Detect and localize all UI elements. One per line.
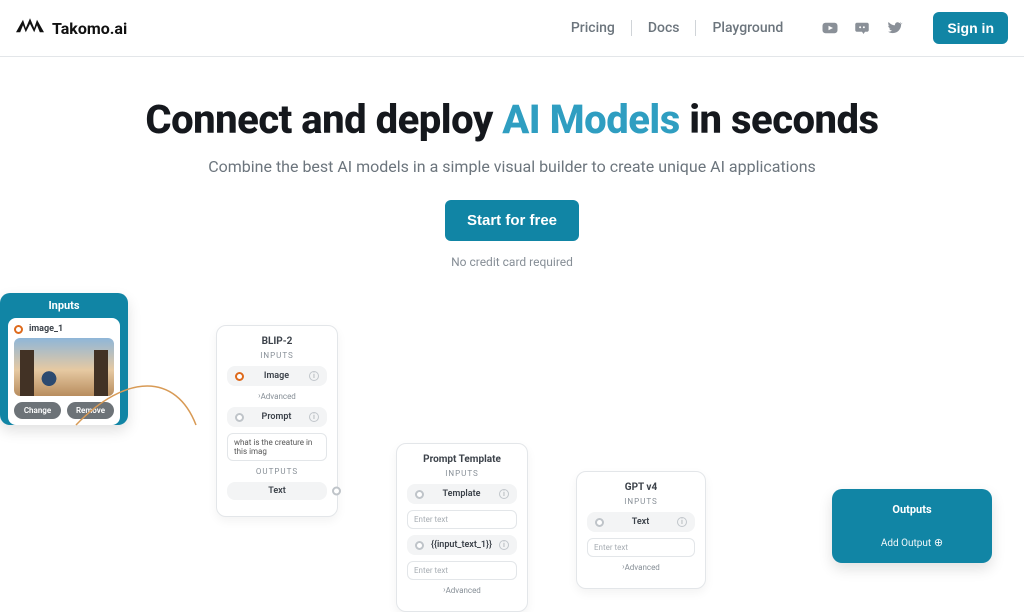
info-icon[interactable]: i bbox=[499, 540, 509, 550]
brand-logo-icon bbox=[16, 18, 44, 38]
hero: Connect and deploy AI Models in seconds … bbox=[0, 57, 1024, 269]
input-image-thumbnail[interactable] bbox=[14, 338, 114, 396]
topbar: Takomo.ai Pricing Docs Playground Sign i… bbox=[0, 0, 1024, 56]
nav-playground[interactable]: Playground bbox=[696, 20, 799, 36]
inputs-section-label: INPUTS bbox=[407, 469, 517, 478]
brand-name: Takomo.ai bbox=[52, 19, 127, 38]
input-image-label: image_1 bbox=[29, 324, 114, 334]
advanced-toggle[interactable]: Advanced bbox=[407, 586, 517, 595]
inputs-section-label: INPUTS bbox=[227, 351, 327, 360]
inputs-section-label: INPUTS bbox=[587, 497, 695, 506]
hero-headline-c: in seconds bbox=[680, 96, 879, 143]
node-outputs[interactable]: Outputs Add Output bbox=[832, 489, 992, 563]
signin-button[interactable]: Sign in bbox=[933, 12, 1008, 44]
port-icon[interactable] bbox=[415, 541, 424, 550]
remove-button[interactable]: Remove bbox=[67, 402, 114, 419]
field-text-label: Text bbox=[610, 517, 671, 527]
info-icon[interactable]: i bbox=[499, 489, 509, 499]
hero-headline: Connect and deploy AI Models in seconds bbox=[0, 97, 1024, 143]
nav-docs[interactable]: Docs bbox=[632, 20, 696, 36]
node-gpt-title: GPT v4 bbox=[587, 482, 695, 493]
flow-canvas: Inputs image_1 Change Remove BLIP-2 INPU… bbox=[0, 293, 1024, 583]
outputs-section-label: OUTPUTS bbox=[227, 467, 327, 476]
hero-headline-accent: AI Models bbox=[502, 96, 680, 143]
node-prompt-template-title: Prompt Template bbox=[407, 454, 517, 465]
node-gpt[interactable]: GPT v4 INPUTS Text i Enter text Advanced bbox=[576, 471, 706, 589]
social-icons bbox=[815, 19, 903, 37]
info-icon[interactable]: i bbox=[677, 517, 687, 527]
port-icon[interactable] bbox=[235, 372, 244, 381]
node-blip2[interactable]: BLIP-2 INPUTS Image i Advanced Prompt i … bbox=[216, 325, 338, 517]
node-blip2-title: BLIP-2 bbox=[227, 336, 327, 347]
youtube-icon[interactable] bbox=[821, 19, 839, 37]
brand[interactable]: Takomo.ai bbox=[16, 18, 127, 38]
twitter-icon[interactable] bbox=[885, 19, 903, 37]
hero-headline-a: Connect and deploy bbox=[145, 96, 502, 143]
info-icon[interactable]: i bbox=[309, 412, 319, 422]
text-input[interactable]: Enter text bbox=[587, 538, 695, 557]
node-inputs[interactable]: Inputs image_1 Change Remove bbox=[0, 293, 128, 425]
port-icon[interactable] bbox=[415, 490, 424, 499]
start-free-button[interactable]: Start for free bbox=[445, 200, 579, 241]
port-icon[interactable] bbox=[595, 518, 604, 527]
discord-icon[interactable] bbox=[853, 19, 871, 37]
field-var-label: {{input_text_1}} bbox=[430, 540, 493, 550]
field-prompt-label: Prompt bbox=[250, 412, 303, 422]
node-prompt-template[interactable]: Prompt Template INPUTS Template i Enter … bbox=[396, 443, 528, 612]
port-icon[interactable] bbox=[14, 325, 23, 334]
nav-pricing[interactable]: Pricing bbox=[555, 20, 631, 36]
prompt-textarea[interactable]: what is the creature in this imag bbox=[227, 433, 327, 461]
hero-subtitle: Combine the best AI models in a simple v… bbox=[0, 157, 1024, 176]
field-text-label: Text bbox=[235, 486, 319, 496]
var-input[interactable]: Enter text bbox=[407, 561, 517, 580]
template-input[interactable]: Enter text bbox=[407, 510, 517, 529]
field-template-label: Template bbox=[430, 489, 493, 499]
advanced-toggle[interactable]: Advanced bbox=[587, 563, 695, 572]
port-icon[interactable] bbox=[332, 487, 341, 496]
node-outputs-title: Outputs bbox=[842, 503, 982, 516]
nav-links: Pricing Docs Playground bbox=[555, 20, 800, 36]
change-button[interactable]: Change bbox=[14, 402, 61, 419]
no-credit-card-note: No credit card required bbox=[0, 255, 1024, 269]
port-icon[interactable] bbox=[235, 413, 244, 422]
advanced-toggle[interactable]: Advanced bbox=[227, 392, 327, 401]
field-image-label: Image bbox=[250, 371, 303, 381]
info-icon[interactable]: i bbox=[309, 371, 319, 381]
node-inputs-title: Inputs bbox=[0, 293, 128, 318]
